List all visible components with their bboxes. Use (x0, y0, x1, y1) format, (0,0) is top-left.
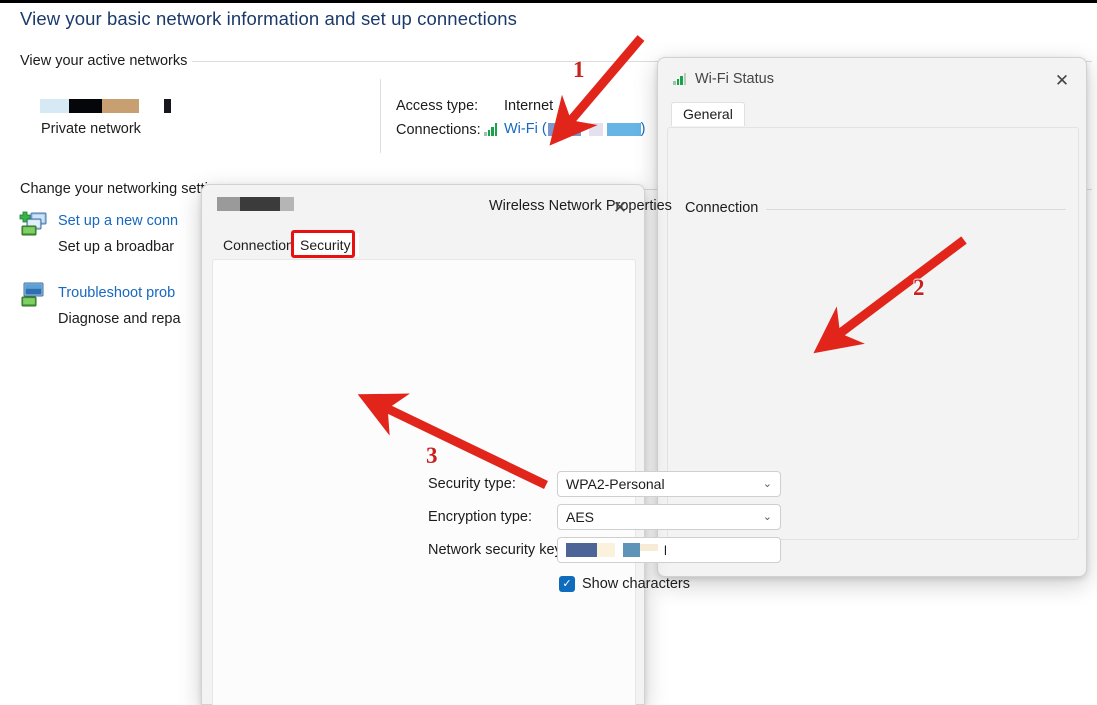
wifi-signal-icon (484, 122, 499, 136)
annotation-number-3: 3 (426, 443, 438, 468)
show-characters-label: Show characters (582, 576, 690, 592)
network-key-redacted-d (640, 544, 658, 551)
wifi-status-tabstrip: General (671, 102, 1075, 128)
network-type-label: Private network (41, 121, 141, 137)
active-networks-vertical-divider (380, 79, 381, 153)
wifi-status-title: Wi-Fi Status (695, 71, 774, 87)
annotation-number-1: 1 (573, 57, 585, 82)
connections-paren-close: ) (640, 121, 646, 137)
dialog-title-ssid-redacted (217, 197, 294, 211)
encryption-type-value: AES (566, 509, 595, 525)
security-type-label: Security type: (428, 476, 516, 492)
connections-wifi-link[interactable]: Wi-Fi ( ) (484, 121, 646, 137)
chevron-down-icon: ⌄ (762, 477, 772, 490)
wireless-properties-title: Wireless Network Properties (489, 198, 672, 214)
wireless-properties-tabstrip: Connection Security (215, 230, 635, 259)
wifi-signal-icon (673, 72, 688, 85)
access-type-value: Internet (504, 98, 554, 114)
link-troubleshoot-sub: Diagnose and repa (58, 311, 181, 327)
network-key-redacted-a (566, 543, 597, 557)
wireless-properties-titlebar: Wireless Network Properties ✕ (202, 185, 672, 229)
network-key-redacted-c (623, 543, 640, 557)
network-security-key-input[interactable]: l (557, 537, 781, 563)
security-type-dropdown[interactable]: WPA2-Personal ⌄ (557, 471, 781, 497)
connections-label: Connections: (396, 122, 481, 138)
show-characters-checkbox[interactable]: ✓ Show characters (559, 576, 690, 592)
connections-wifi-text: Wi-Fi ( (504, 121, 547, 137)
annotation-number-2: 2 (913, 275, 925, 300)
link-set-up-connection-sub: Set up a broadbar (58, 239, 175, 255)
network-security-key-label: Network security key (428, 542, 562, 558)
wireless-network-properties-dialog[interactable]: Wireless Network Properties ✕ Connection… (201, 184, 781, 705)
access-type-label: Access type: (396, 98, 479, 114)
tab-general[interactable]: General (671, 102, 745, 126)
network-key-caret: l (664, 542, 667, 558)
connections-ssid-redacted-b (588, 122, 603, 136)
page-title: View your basic network information and … (20, 8, 518, 29)
network-key-redacted-b (597, 543, 615, 557)
security-type-value: WPA2-Personal (566, 476, 665, 492)
encryption-type-label: Encryption type: (428, 509, 532, 525)
wifi-status-dialog[interactable]: Wi-Fi Status ✕ General Connection IPv4 C… (657, 57, 1087, 577)
link-set-up-connection[interactable]: Set up a new conn (58, 213, 178, 229)
chevron-down-icon: ⌄ (762, 510, 772, 523)
connections-ssid-redacted-c (606, 122, 641, 136)
encryption-type-dropdown[interactable]: AES ⌄ (557, 504, 781, 530)
change-settings-heading: Change your networking settings (20, 181, 232, 197)
active-networks-heading: View your active networks (20, 53, 188, 69)
tab-connection[interactable]: Connection (215, 233, 302, 257)
connection-group-line (766, 209, 1066, 210)
tab-security-highlight (291, 230, 355, 258)
troubleshoot-icon (21, 282, 44, 307)
connection-group-label: Connection (685, 200, 765, 216)
close-icon[interactable]: ✕ (1042, 66, 1082, 96)
close-icon[interactable]: ✕ (600, 193, 640, 223)
active-network-name-redacted (40, 97, 171, 115)
new-connection-icon (19, 211, 47, 236)
wifi-status-titlebar: Wi-Fi Status ✕ (658, 58, 1086, 102)
link-troubleshoot[interactable]: Troubleshoot prob (58, 285, 175, 301)
checkbox-check-icon: ✓ (559, 576, 575, 592)
connections-ssid-redacted-a (547, 122, 581, 136)
